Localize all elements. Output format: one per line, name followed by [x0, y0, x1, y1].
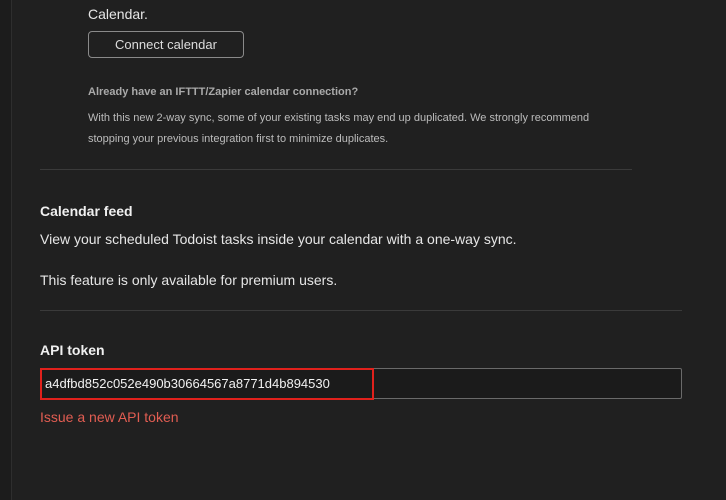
existing-connection-note-line1: With this new 2-way sync, some of your e… [88, 112, 590, 124]
api-token-heading: API token [40, 342, 105, 358]
section-divider [40, 310, 682, 311]
connect-calendar-button[interactable]: Connect calendar [88, 31, 244, 58]
calendar-sync-description-end: Calendar. [88, 6, 148, 22]
section-divider [40, 169, 632, 170]
issue-new-api-token-link[interactable]: Issue a new API token [40, 408, 179, 426]
existing-connection-note-line2: stopping your previous integration first… [88, 133, 389, 145]
calendar-feed-description: View your scheduled Todoist tasks inside… [40, 231, 517, 247]
existing-connection-title: Already have an IFTTT/Zapier calendar co… [88, 86, 359, 98]
api-token-field[interactable] [40, 368, 682, 399]
premium-only-note: This feature is only available for premi… [40, 272, 338, 288]
settings-page: Calendar. Connect calendar Already have … [0, 0, 726, 500]
calendar-feed-heading: Calendar feed [40, 203, 133, 219]
